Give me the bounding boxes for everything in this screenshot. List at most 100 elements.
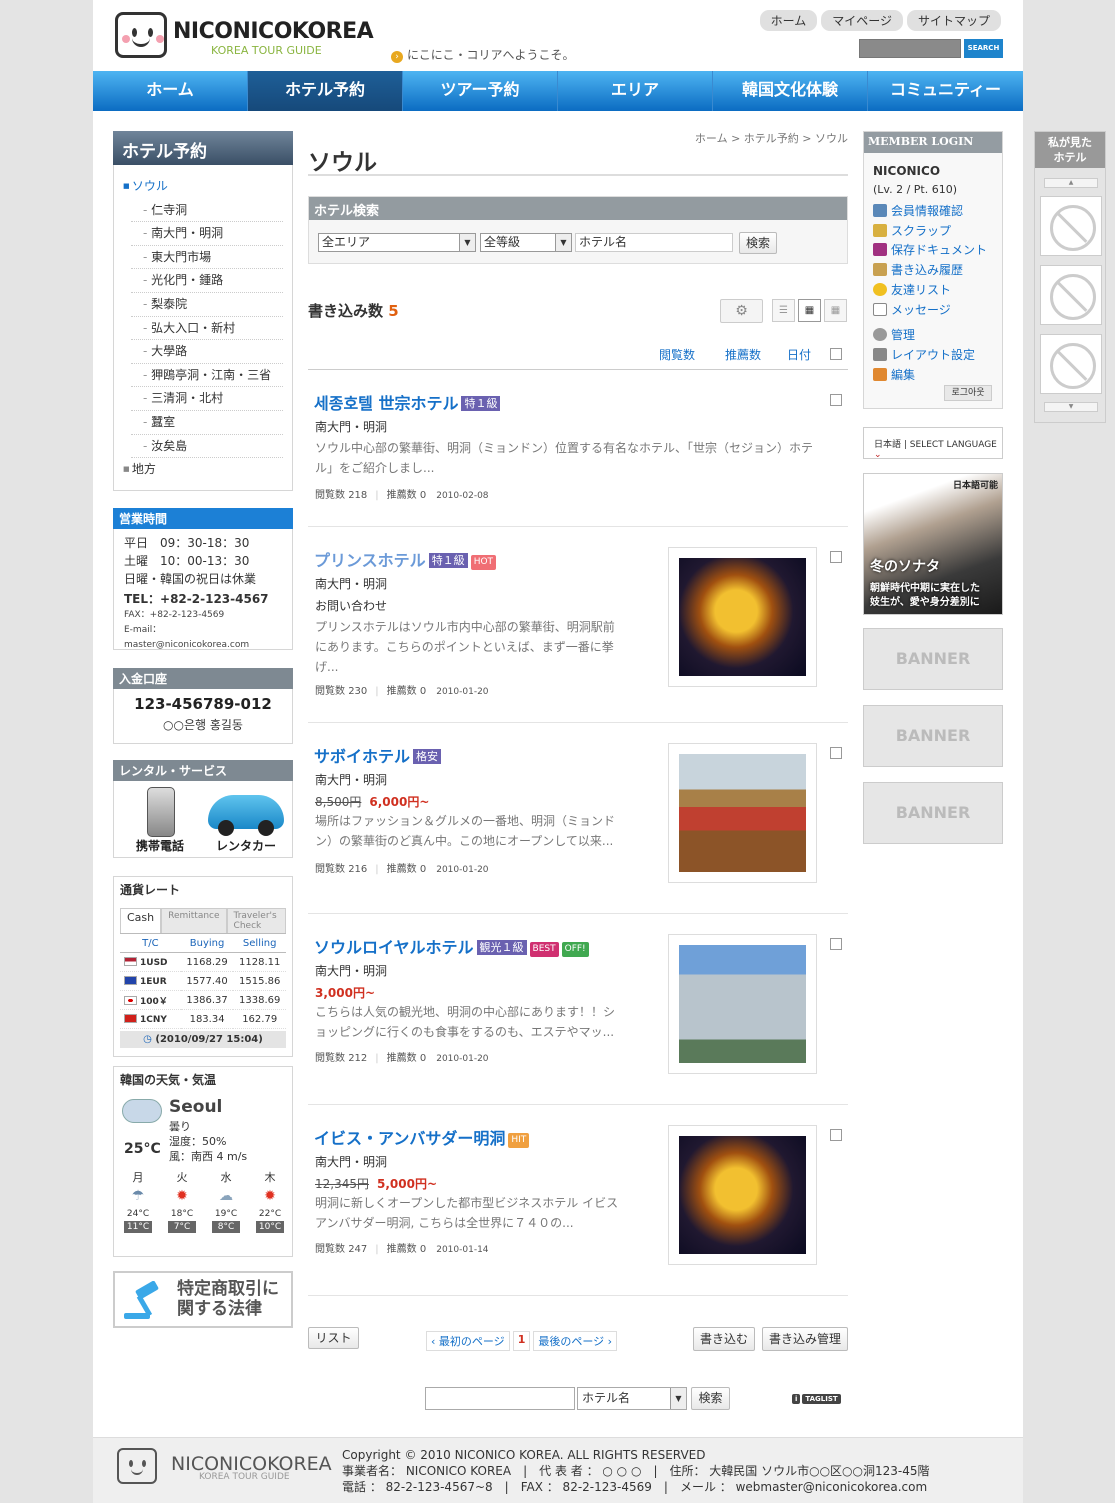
grid-view-icon[interactable]: ▦ (824, 299, 847, 322)
sort-recommends[interactable]: 推薦数 (725, 346, 761, 363)
top-link-sitemap[interactable]: サイトマップ (906, 10, 1001, 31)
banner[interactable]: BANNER (863, 705, 1003, 767)
col-buying: Buying (180, 935, 234, 953)
category-seoul[interactable]: ソウル (123, 175, 283, 199)
category-item[interactable]: 蠶室 (131, 411, 283, 435)
menu-admin[interactable]: 管理 (873, 326, 915, 343)
post-checkbox[interactable] (830, 1129, 842, 1141)
category-region[interactable]: 地方 (123, 458, 283, 482)
nav-hotel-booking[interactable]: ホテル予約 (248, 71, 403, 111)
no-image-icon[interactable] (1040, 196, 1102, 256)
post-title[interactable]: ソウルロイヤルホテル 観光１級 BEST OFF! (314, 934, 589, 958)
hotel-name-input[interactable]: ホテル名 (575, 233, 733, 252)
hotel-thumbnail[interactable] (668, 743, 817, 883)
category-item[interactable]: 南大門・明洞 (131, 222, 283, 246)
tab-cash[interactable]: Cash (120, 908, 162, 933)
top-search-button[interactable]: SEARCH (964, 39, 1003, 58)
post-checkbox[interactable] (830, 747, 842, 759)
envelope-icon (873, 303, 887, 316)
top-search-input[interactable] (859, 39, 961, 58)
site-logo[interactable]: NICONICOKOREA KOREA TOUR GUIDE (115, 10, 395, 60)
bottom-search-input[interactable] (425, 1387, 575, 1410)
bank-account: 入金口座 123-456789-012 ○○은행 홍길동 (113, 668, 293, 744)
menu-post-history[interactable]: 書き込み履歴 (873, 261, 963, 278)
area-select[interactable]: 全エリア ▼ (318, 233, 476, 252)
drama-banner[interactable]: 日本語可能 冬のソナタ 朝鮮時代中期に実在した 妓生が、愛や身分差別に (863, 473, 1003, 615)
language-selector[interactable]: 日本語 | SELECT LANGUAGE ⌄ (863, 427, 1003, 460)
category-item[interactable]: 三清洞・北村 (131, 387, 283, 411)
nav-tour-booking[interactable]: ツアー予約 (403, 71, 558, 111)
thumbnail-view-icon[interactable]: ▦ (798, 299, 821, 322)
category-item[interactable]: 狎鴎亭洞・江南・三省 (131, 364, 283, 388)
list-button[interactable]: リスト (308, 1327, 359, 1349)
page-title: ソウル (308, 150, 377, 176)
banner[interactable]: BANNER (863, 628, 1003, 690)
menu-messages[interactable]: メッセージ (873, 301, 951, 318)
law-banner[interactable]: 特定商取引に 関する法律 (113, 1271, 293, 1328)
category-item[interactable]: 梨泰院 (131, 293, 283, 317)
gear-icon (873, 328, 887, 341)
gear-icon[interactable]: ⚙ (720, 299, 763, 323)
logo-face-icon (115, 12, 167, 58)
scroll-down-icon[interactable]: ▼ (1044, 402, 1098, 412)
category-item[interactable]: 仁寺洞 (131, 199, 283, 223)
no-image-icon[interactable] (1040, 334, 1102, 394)
hotel-thumbnail[interactable] (668, 1125, 817, 1265)
write-button[interactable]: 書き込む (693, 1327, 755, 1351)
hotel-thumbnail[interactable] (668, 547, 817, 687)
sort-views[interactable]: 閲覧数 (659, 346, 695, 363)
menu-friends[interactable]: 友達リスト (873, 281, 951, 298)
tab-travelers-check[interactable]: Traveler's Check (226, 908, 286, 933)
post-checkbox[interactable] (830, 551, 842, 563)
category-item[interactable]: 大學路 (131, 340, 283, 364)
list-view-icon[interactable]: ☰ (772, 299, 795, 322)
post-title[interactable]: サボイホテル 格安 (314, 743, 442, 767)
nav-home[interactable]: ホーム (93, 71, 248, 111)
menu-layout[interactable]: レイアウト設定 (873, 346, 975, 363)
taglist-button[interactable]: i TAGLIST (790, 1394, 841, 1404)
post-checkbox[interactable] (830, 394, 842, 406)
hotel-search-button[interactable]: 検索 (739, 232, 777, 254)
table-row: 1CNY 183.34 162.79 (120, 1009, 286, 1029)
breadcrumb[interactable]: ホーム > ホテル予約 > ソウル (695, 130, 848, 146)
post-title[interactable]: 세종호텔 世宗ホテル 特１級 (314, 390, 501, 414)
last-page-link[interactable]: 最後のページ › (533, 1331, 618, 1351)
select-all-checkbox[interactable] (830, 348, 842, 360)
menu-edit[interactable]: 編集 (873, 366, 915, 383)
banner[interactable]: BANNER (863, 782, 1003, 844)
category-item[interactable]: 光化門・鍾路 (131, 269, 283, 293)
car-label[interactable]: レンタカー (216, 837, 276, 854)
bottom-search-select[interactable]: ホテル名 ▼ (577, 1387, 687, 1410)
no-image-icon[interactable] (1040, 265, 1102, 325)
post-area: 南大門・明洞 (315, 420, 388, 434)
top-link-home[interactable]: ホーム (759, 10, 818, 31)
bottom-search-button[interactable]: 検索 (691, 1387, 730, 1410)
hotel-thumbnail[interactable] (668, 934, 817, 1074)
mobile-phone-icon[interactable] (147, 787, 175, 837)
nav-area[interactable]: エリア (558, 71, 713, 111)
rental-car-icon[interactable] (208, 795, 284, 836)
page-number[interactable]: 1 (512, 1331, 531, 1351)
nav-community[interactable]: コミュニティー (868, 71, 1023, 111)
category-item[interactable]: 汝矣島 (131, 435, 283, 459)
menu-scrap[interactable]: スクラップ (873, 222, 951, 239)
post-title[interactable]: イビス・アンバサダー明洞 HIT (314, 1125, 530, 1149)
menu-saved-docs[interactable]: 保存ドキュメント (873, 241, 987, 258)
category-item[interactable]: 弘大入口・新村 (131, 317, 283, 341)
top-link-mypage[interactable]: マイページ (821, 10, 903, 31)
first-page-link[interactable]: ‹ 最初のページ (426, 1331, 510, 1351)
category-item[interactable]: 東大門市場 (131, 246, 283, 270)
grade-select[interactable]: 全等級 ▼ (480, 233, 572, 252)
logout-button[interactable]: 로그아웃 (944, 385, 992, 401)
post-title[interactable]: プリンスホテル 特１級 HOT (314, 547, 497, 571)
sort-date[interactable]: 日付 (787, 346, 811, 363)
bank-title: 入金口座 (113, 668, 293, 689)
manage-posts-button[interactable]: 書き込み管理 (762, 1327, 848, 1351)
nav-culture[interactable]: 韓国文化体験 (713, 71, 868, 111)
jp-flag-icon (124, 995, 137, 1005)
scroll-up-icon[interactable]: ▲ (1044, 178, 1098, 188)
menu-member-info[interactable]: 会員情報確認 (873, 202, 963, 219)
tab-remittance[interactable]: Remittance (161, 908, 227, 933)
post-checkbox[interactable] (830, 938, 842, 950)
phone-label[interactable]: 携帯電話 (136, 837, 184, 854)
